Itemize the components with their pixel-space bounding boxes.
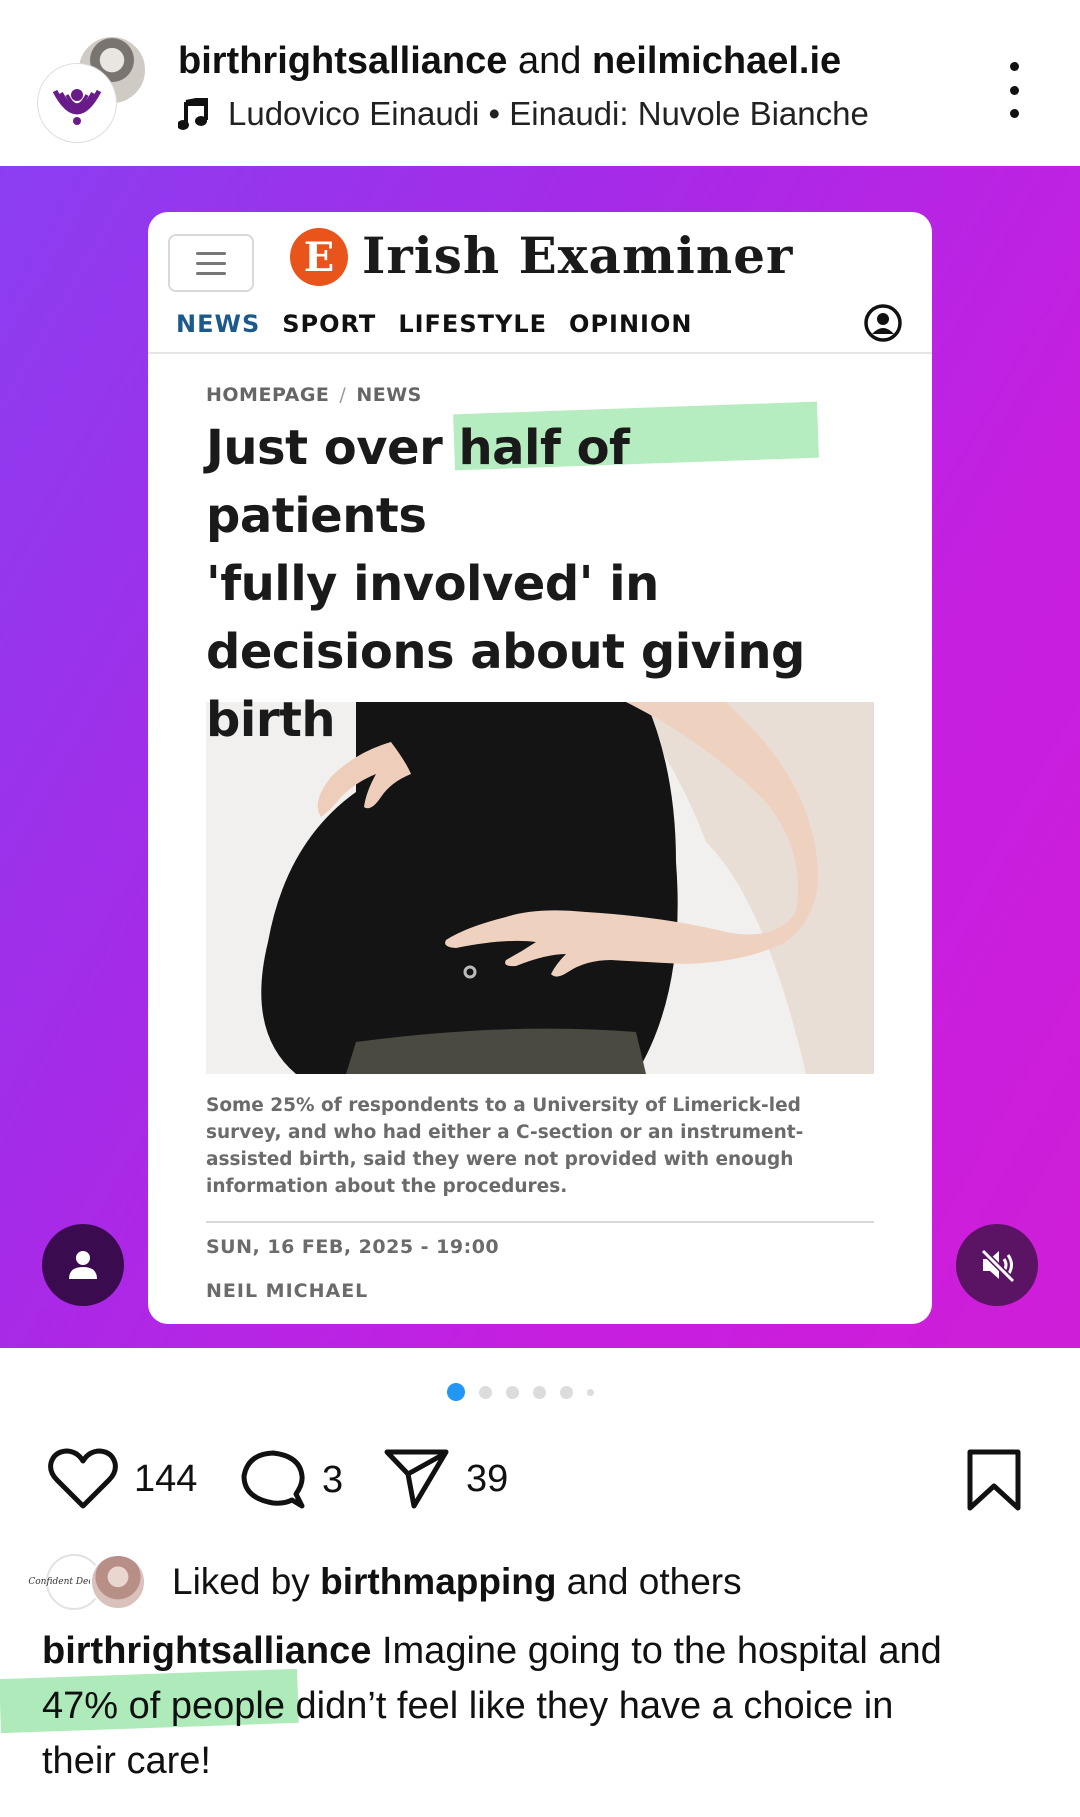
caption-username[interactable]: birthrightsalliance: [42, 1630, 371, 1672]
menu-icon: [168, 234, 254, 292]
caption-text: 47% of people didn’t feel like they have…: [42, 1685, 894, 1727]
save-action: [966, 1448, 1022, 1512]
liked-by-avatars: Confident Decisions: [28, 1552, 150, 1612]
share-action: 39: [384, 1448, 508, 1510]
speaker-muted-icon: [980, 1248, 1016, 1284]
comment-count[interactable]: 3: [322, 1459, 343, 1502]
carousel-dot-active: [446, 1383, 465, 1401]
account-avatar[interactable]: [38, 64, 116, 142]
post-caption: birthrightsalliance Imagine going to the…: [42, 1624, 1042, 1789]
liked-by-user[interactable]: birthmapping: [320, 1561, 556, 1603]
music-artist: Ludovico Einaudi: [228, 95, 480, 132]
nav-item-sport: SPORT: [282, 310, 377, 338]
headline-line: decisions about giving: [206, 624, 805, 680]
like-action: 144: [48, 1448, 197, 1510]
divider: [206, 1221, 874, 1223]
like-count[interactable]: 144: [134, 1458, 197, 1501]
site-logo-icon: E: [290, 228, 348, 286]
heart-icon[interactable]: [48, 1448, 118, 1510]
headline-line: Just over half of patients: [206, 420, 630, 544]
photo-caption: Some 25% of respondents to a University …: [206, 1095, 804, 1197]
more-options-icon[interactable]: [996, 62, 1032, 118]
music-info[interactable]: Ludovico Einaudi • Einaudi: Nuvole Bianc…: [178, 95, 869, 133]
carousel-dot: [505, 1385, 519, 1399]
article-date: SUN, 16 FEB, 2025 - 19:00: [206, 1236, 500, 1258]
site-logo-text: Irish Examiner: [362, 226, 794, 285]
breadcrumb-separator: /: [339, 384, 347, 406]
music-separator: •: [488, 95, 501, 132]
tagged-people-button[interactable]: [42, 1224, 124, 1306]
post-authors[interactable]: birthrightsalliance and neilmichael.ie: [178, 40, 869, 83]
birthrights-logo-icon: [47, 73, 107, 133]
breadcrumb: HOMEPAGE / NEWS: [206, 384, 422, 406]
author-name-2[interactable]: neilmichael.ie: [592, 40, 841, 82]
authors-connector: and: [517, 40, 582, 82]
liked-by-prefix: Liked by: [172, 1561, 310, 1602]
caption-text: their care!: [42, 1740, 211, 1782]
nav-item-news: NEWS: [176, 310, 261, 338]
profile-icon: [864, 304, 902, 342]
mute-button[interactable]: [956, 1224, 1038, 1306]
carousel-dot: [478, 1385, 492, 1399]
breadcrumb-home: HOMEPAGE: [206, 384, 330, 406]
caption-text: Imagine going to the hospital and: [381, 1630, 942, 1672]
nav-item-opinion: OPINION: [569, 310, 693, 338]
comment-action: 3: [240, 1448, 343, 1512]
send-icon[interactable]: [384, 1448, 450, 1510]
music-track: Einaudi: Nuvole Bianche: [509, 95, 869, 132]
nav-item-lifestyle: LIFESTYLE: [398, 310, 548, 338]
article-headline: Just over half of patients 'fully involv…: [206, 414, 846, 754]
headline-line: 'fully involved' in: [206, 556, 659, 612]
post-actions: 144 3 39: [0, 1440, 1080, 1520]
carousel-dot: [532, 1385, 546, 1399]
music-note-icon: [178, 98, 208, 130]
site-nav: NEWS SPORT LIFESTYLE OPINION: [176, 310, 692, 338]
article-screenshot-card: E Irish Examiner NEWS SPORT LIFESTYLE OP…: [148, 212, 932, 1324]
liked-by-suffix[interactable]: and others: [567, 1561, 742, 1603]
carousel-dot: [559, 1385, 573, 1399]
site-header: E Irish Examiner NEWS SPORT LIFESTYLE OP…: [148, 212, 932, 354]
article-author: NEIL MICHAEL: [206, 1280, 369, 1302]
headline-line: birth: [206, 692, 336, 748]
carousel-indicator: [0, 1383, 1080, 1401]
article-photo-pregnant-belly: [206, 702, 874, 1074]
carousel-dot: [586, 1388, 594, 1396]
post-media[interactable]: E Irish Examiner NEWS SPORT LIFESTYLE OP…: [0, 166, 1080, 1348]
author-name-1[interactable]: birthrightsalliance: [178, 40, 507, 82]
breadcrumb-section: NEWS: [356, 384, 422, 406]
person-icon: [69, 1251, 97, 1279]
bookmark-icon[interactable]: [966, 1448, 1022, 1512]
comment-icon[interactable]: [240, 1448, 306, 1512]
post-header: birthrightsalliance and neilmichael.ie L…: [0, 0, 1080, 166]
share-count[interactable]: 39: [466, 1458, 508, 1501]
liked-by[interactable]: Confident Decisions Liked by birthmappin…: [28, 1552, 742, 1612]
liker-avatar: [90, 1554, 146, 1610]
